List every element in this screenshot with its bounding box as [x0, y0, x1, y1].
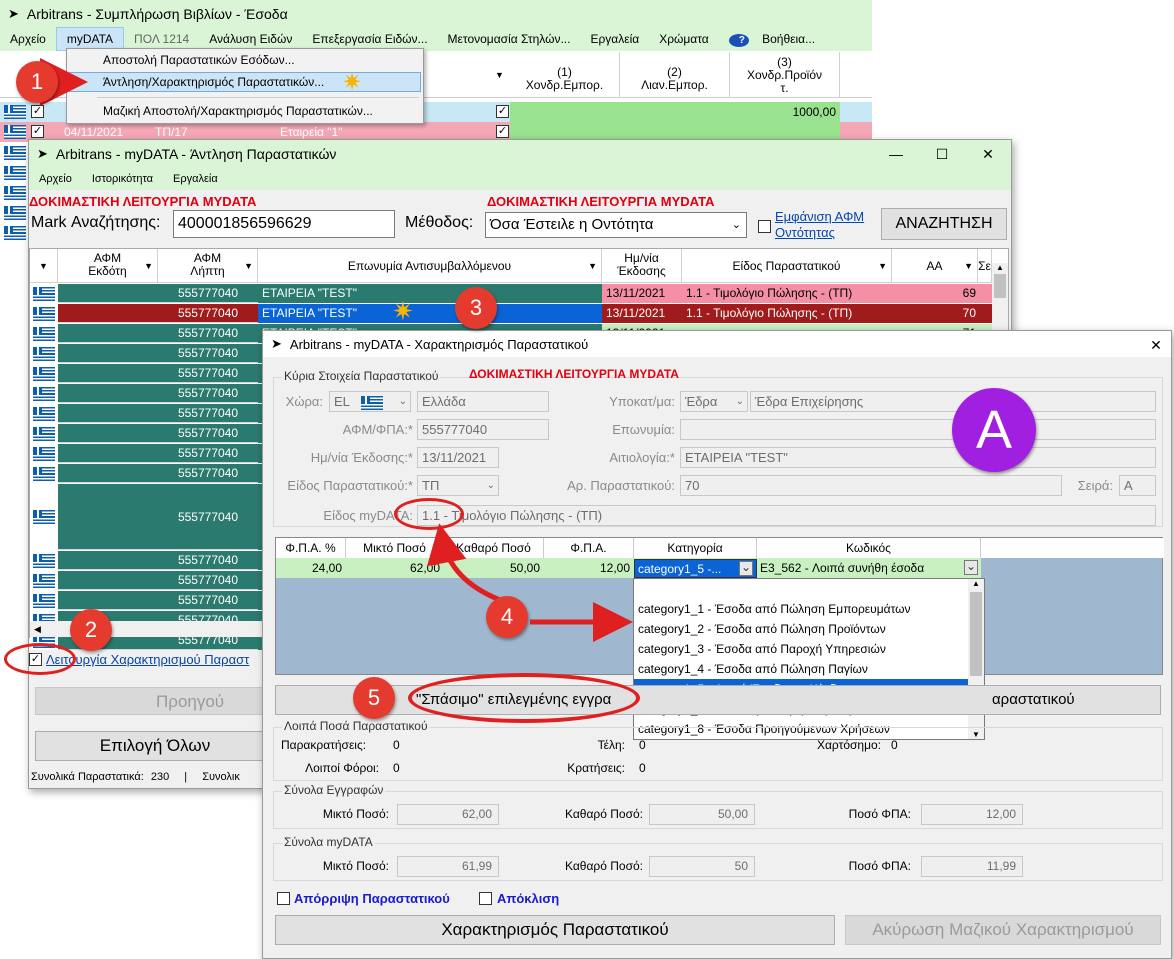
annotation-badge-5: 5 [353, 677, 395, 719]
annotation-badge-1: 1 [16, 61, 58, 103]
annotation-badge-2: 2 [70, 609, 112, 651]
arrow-to-category [427, 523, 501, 603]
annotation-badge-4: 4 [486, 596, 528, 638]
cursor-click-icon: ✷ [392, 296, 414, 326]
annotation-badge-a: A [952, 388, 1036, 472]
annotation-arrows [40, 58, 633, 642]
annotation-badge-3: 3 [455, 287, 497, 329]
